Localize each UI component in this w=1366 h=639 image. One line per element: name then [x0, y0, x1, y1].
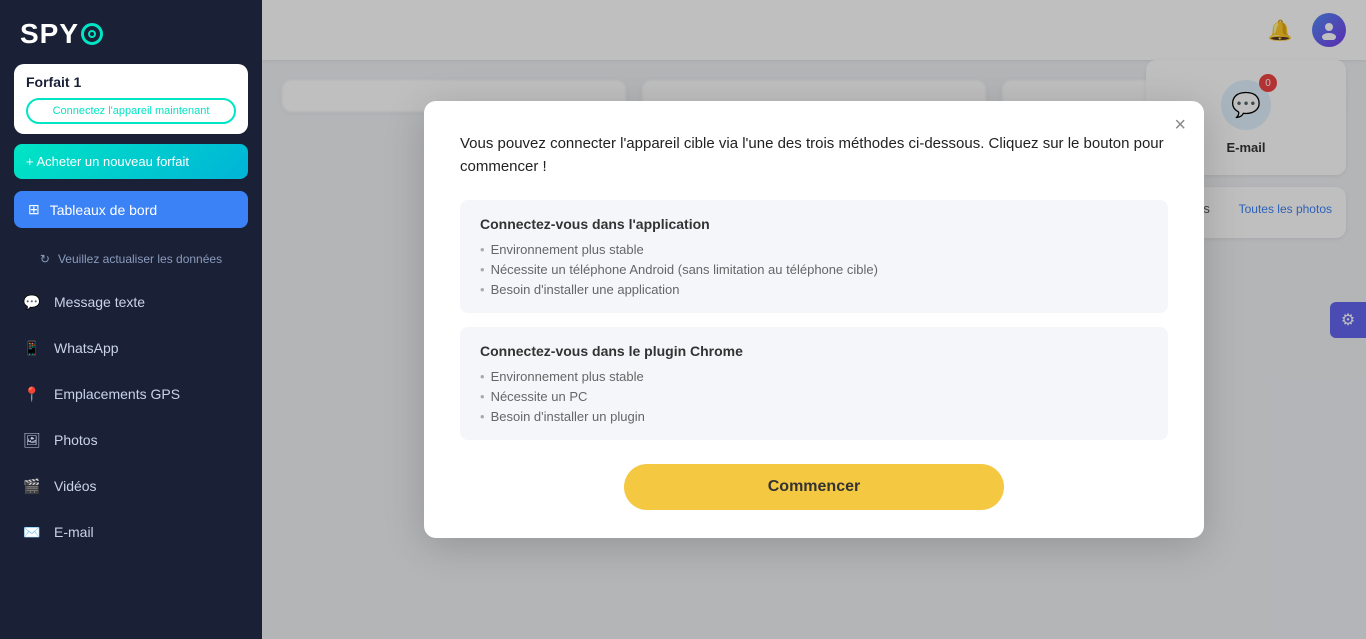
refresh-icon: ↻: [40, 252, 50, 266]
method-chrome-list: Environnement plus stable Nécessite un P…: [480, 369, 1148, 424]
tableau-icon: ⊞: [28, 201, 40, 218]
tableau-de-bord-button[interactable]: ⊞ Tableaux de bord: [14, 191, 248, 228]
start-button[interactable]: Commencer: [624, 464, 1004, 510]
sidebar-item-label: WhatsApp: [54, 340, 119, 356]
method-chrome-title: Connectez-vous dans le plugin Chrome: [480, 343, 1148, 359]
logo-text: SPY: [20, 18, 79, 50]
modal-overlay: × Vous pouvez connecter l'appareil cible…: [262, 0, 1366, 639]
method-card-app: Connectez-vous dans l'application Enviro…: [460, 200, 1168, 313]
method-app-title: Connectez-vous dans l'application: [480, 216, 1148, 232]
videos-icon: 🎬: [22, 476, 42, 496]
sidebar-item-email[interactable]: ✉️ E-mail: [8, 510, 254, 554]
method-chrome-item-2: Nécessite un PC: [480, 389, 1148, 404]
modal-close-button[interactable]: ×: [1174, 115, 1186, 135]
sidebar-item-label: Emplacements GPS: [54, 386, 180, 402]
method-app-item-1: Environnement plus stable: [480, 242, 1148, 257]
sidebar-item-photos[interactable]: 🖼 Photos: [8, 418, 254, 462]
method-app-list: Environnement plus stable Nécessite un t…: [480, 242, 1148, 297]
method-chrome-item-3: Besoin d'installer un plugin: [480, 409, 1148, 424]
message-texte-icon: 💬: [22, 292, 42, 312]
logo: SPY: [0, 0, 262, 64]
sidebar-item-label: E-mail: [54, 524, 94, 540]
method-chrome-item-1: Environnement plus stable: [480, 369, 1148, 384]
sidebar-item-videos[interactable]: 🎬 Vidéos: [8, 464, 254, 508]
sidebar-item-label: Vidéos: [54, 478, 97, 494]
whatsapp-icon: 📱: [22, 338, 42, 358]
photos-icon: 🖼: [22, 430, 42, 450]
tableau-label: Tableaux de bord: [50, 202, 157, 218]
modal-intro-text: Vous pouvez connecter l'appareil cible v…: [460, 133, 1168, 178]
forfait-title: Forfait 1: [26, 74, 236, 90]
sidebar-item-whatsapp[interactable]: 📱 WhatsApp: [8, 326, 254, 370]
gps-icon: 📍: [22, 384, 42, 404]
connect-device-button[interactable]: Connectez l'appareil maintenant: [26, 98, 236, 124]
sidebar: SPY Forfait 1 Connectez l'appareil maint…: [0, 0, 262, 639]
method-card-chrome: Connectez-vous dans le plugin Chrome Env…: [460, 327, 1168, 440]
sidebar-item-label: Photos: [54, 432, 98, 448]
connection-modal: × Vous pouvez connecter l'appareil cible…: [424, 101, 1204, 538]
sidebar-nav: 💬 Message texte 📱 WhatsApp 📍 Emplacement…: [0, 280, 262, 554]
logo-icon: [81, 23, 103, 45]
refresh-label: Veuillez actualiser les données: [58, 252, 222, 266]
add-forfait-button[interactable]: + Acheter un nouveau forfait: [14, 144, 248, 179]
refresh-area: ↻ Veuillez actualiser les données: [0, 246, 262, 280]
forfait-card: Forfait 1 Connectez l'appareil maintenan…: [14, 64, 248, 134]
sidebar-item-message-texte[interactable]: 💬 Message texte: [8, 280, 254, 324]
email-icon: ✉️: [22, 522, 42, 542]
main-content: 🔔 💬 0 E-mail récentes Toutes le: [262, 0, 1366, 639]
sidebar-item-label: Message texte: [54, 294, 145, 310]
method-app-item-2: Nécessite un téléphone Android (sans lim…: [480, 262, 1148, 277]
sidebar-item-emplacements-gps[interactable]: 📍 Emplacements GPS: [8, 372, 254, 416]
method-app-item-3: Besoin d'installer une application: [480, 282, 1148, 297]
